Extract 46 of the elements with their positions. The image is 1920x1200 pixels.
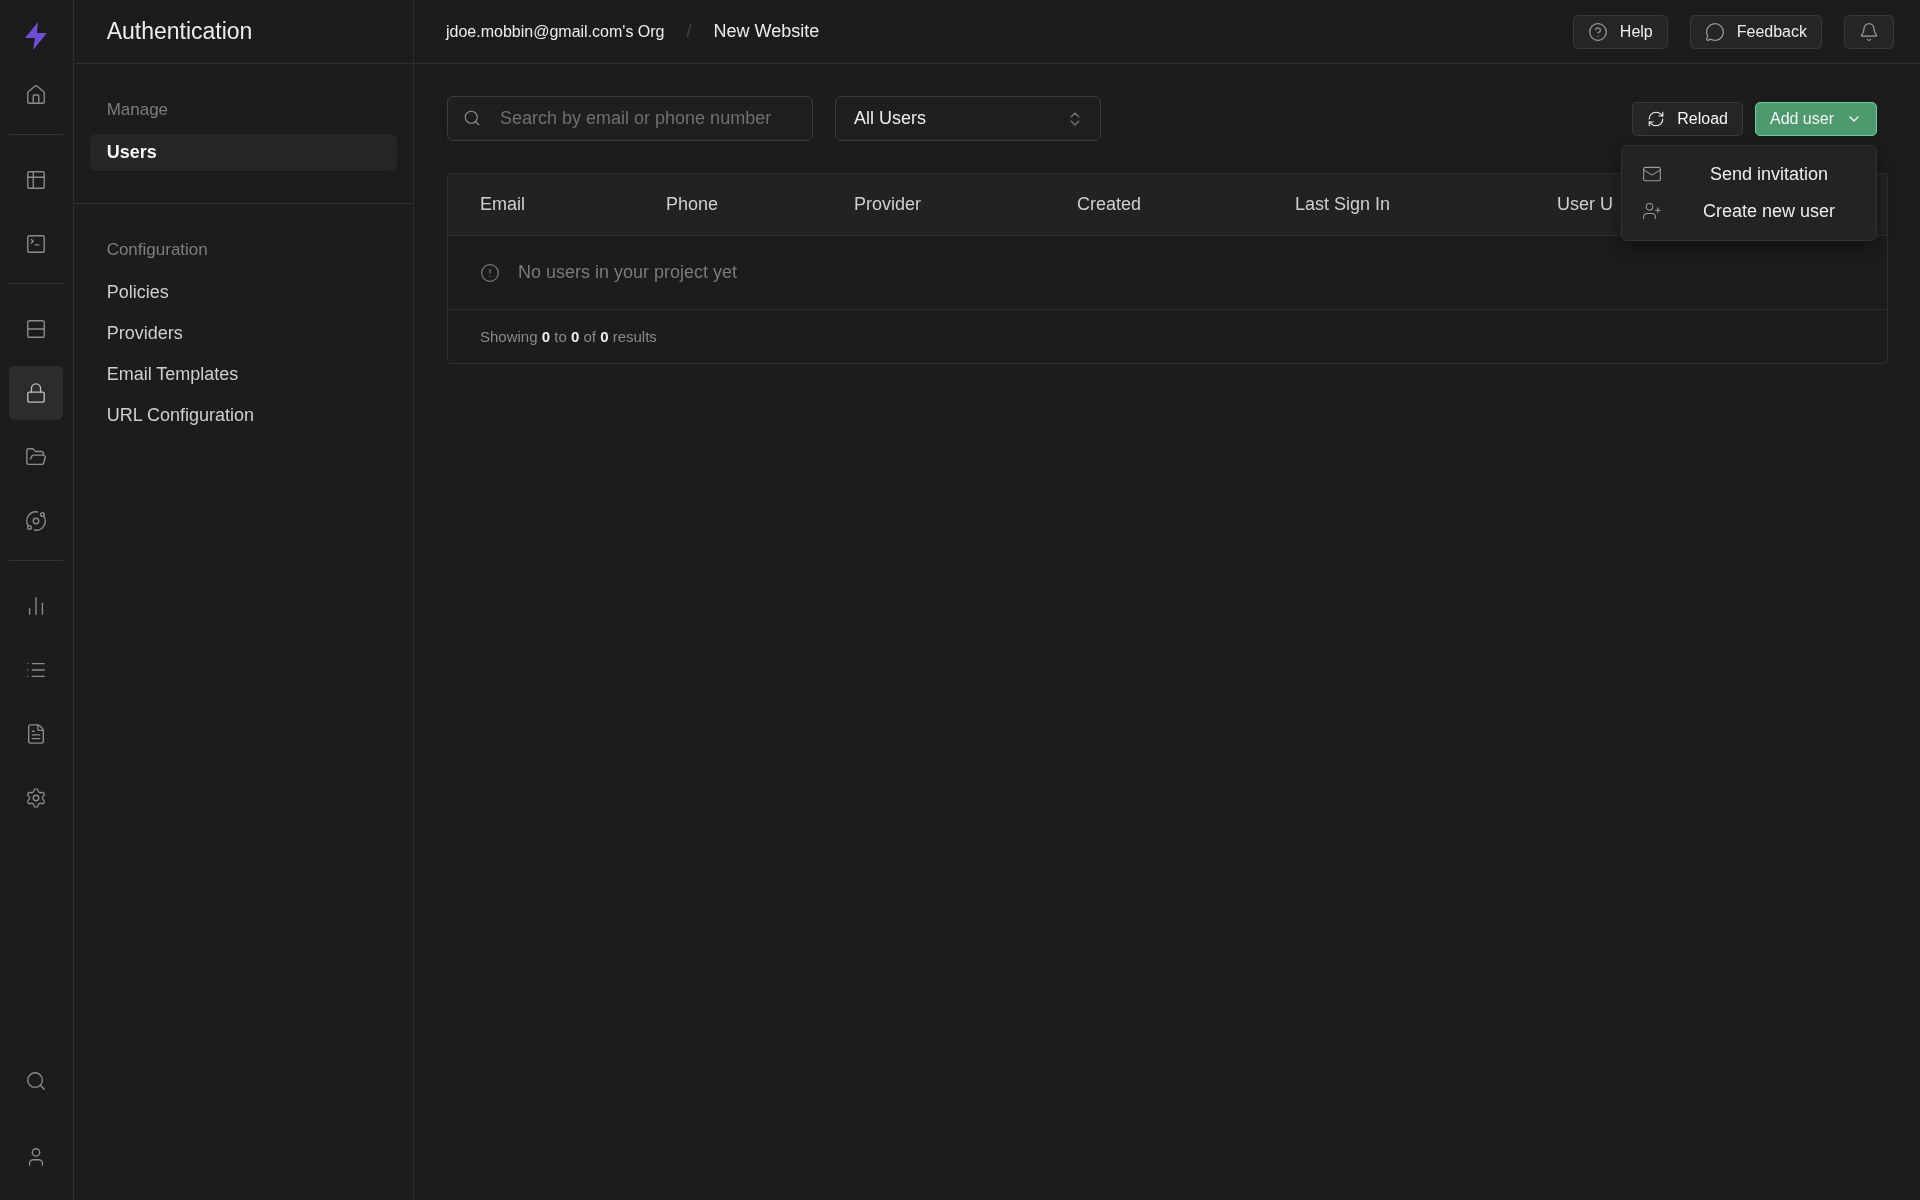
menu-item[interactable]: Send invitation <box>1622 155 1876 193</box>
nav-icon <box>25 510 48 532</box>
help-button[interactable]: Help <box>1572 14 1668 49</box>
nav-icon <box>25 318 48 340</box>
nav-icon <box>25 84 48 106</box>
results-count: Showing 0 to 0 of 0 results <box>480 328 657 345</box>
sidebar-title: Authentication <box>106 18 253 45</box>
question-icon <box>1587 21 1608 42</box>
sidebar-item[interactable]: Email Templates <box>89 356 397 393</box>
nav-icon <box>25 233 48 255</box>
sidebar-item[interactable]: URL Configuration <box>89 397 397 434</box>
nav-icon <box>25 446 48 468</box>
notifications-button[interactable] <box>1844 14 1894 49</box>
search-icon <box>25 1070 48 1092</box>
column-header: Created <box>1077 194 1143 215</box>
nav-icon-button[interactable] <box>9 366 64 420</box>
lightning-logo[interactable] <box>23 22 50 50</box>
sidebar-item[interactable]: Users <box>89 134 397 171</box>
reload-button[interactable]: Reload <box>1632 101 1743 136</box>
search-field[interactable]: Search by email or phone number <box>447 96 813 141</box>
nav-icon <box>25 169 48 191</box>
nav-icon <box>25 787 48 809</box>
user-plus-icon <box>1642 201 1662 221</box>
chat-bubble-icon <box>1704 21 1725 42</box>
envelope-icon <box>1642 164 1662 184</box>
column-header: Provider <box>854 194 923 215</box>
column-header: Email <box>480 194 526 215</box>
bell-icon <box>1859 21 1879 42</box>
nav-icon <box>25 382 48 404</box>
sidebar-item[interactable]: Policies <box>89 274 397 311</box>
breadcrumb-link[interactable]: New Website <box>713 21 820 42</box>
user-filter-select[interactable]: All Users <box>835 96 1101 141</box>
breadcrumb-link[interactable]: jdoe.mobbin@gmail.com's Org <box>446 22 665 41</box>
column-header: Last Sign In <box>1295 194 1392 215</box>
menu-item[interactable]: Create new user <box>1622 192 1876 230</box>
empty-message: No users in your project yet <box>518 262 738 283</box>
refresh-icon <box>1647 109 1666 128</box>
search-icon <box>463 109 481 127</box>
breadcrumb-separator: / <box>686 21 692 42</box>
feedback-button[interactable]: Feedback <box>1689 14 1822 49</box>
section-heading: Manage <box>105 100 170 121</box>
section-heading: Configuration <box>105 240 209 261</box>
sidebar-item[interactable]: Providers <box>89 315 397 352</box>
column-header: User U <box>1557 194 1613 215</box>
alert-icon <box>480 262 500 283</box>
column-header: Phone <box>666 194 720 215</box>
